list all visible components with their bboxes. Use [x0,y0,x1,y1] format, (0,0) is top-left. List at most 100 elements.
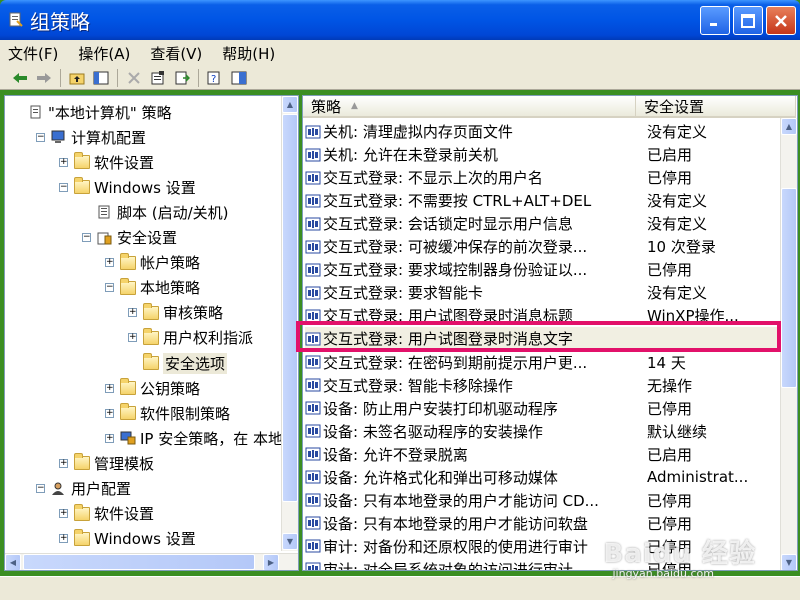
policy-row[interactable]: 设备: 允许格式化和弹出可移动媒体 Administrat... [305,466,781,489]
policy-row[interactable]: 关机: 清理虚拟内存页面文件 没有定义 [305,120,781,143]
tree-item[interactable]: − 本地策略 [105,276,200,300]
scroll-up-arrow-icon[interactable]: ▲ [282,96,298,113]
tree-item[interactable]: + 审核策略 [128,301,223,325]
tree-item[interactable]: − Windows 设置 [59,175,196,199]
expand-icon[interactable]: + [105,258,114,268]
show-description-button[interactable] [229,69,249,87]
list-vertical-scrollbar[interactable]: ▲ ▼ [780,118,797,570]
scroll-thumb[interactable] [781,188,797,388]
expand-icon[interactable]: + [59,534,68,544]
policy-row[interactable]: 关机: 允许在未登录前关机 已启用 [305,143,781,166]
expand-icon[interactable]: + [105,383,114,393]
column-header-policy[interactable]: 策略 ▲ [303,96,636,118]
policy-row[interactable]: 交互式登录: 要求域控制器身份验证以... 已停用 [305,258,781,281]
expand-icon[interactable]: + [105,433,114,443]
expand-icon[interactable]: + [128,308,137,318]
tree-item[interactable]: + 用户权利指派 [128,326,253,350]
tree-item[interactable]: − 安全设置 [82,226,177,250]
help-button[interactable]: ? [205,69,225,87]
expand-icon[interactable]: + [59,458,68,468]
scroll-right-arrow-icon[interactable]: ▶ [263,554,279,570]
properties-button[interactable] [148,69,168,87]
policy-row[interactable]: 交互式登录: 用户试图登录时消息文字 [305,327,781,351]
tree-item[interactable]: "本地计算机" 策略 [13,100,172,124]
policy-name: 审计: 对全局系统对象的访问进行审计 [323,560,573,571]
policy-row[interactable]: 交互式登录: 用户试图登录时消息标题 WinXP操作... [305,304,781,327]
policy-setting-icon [305,171,321,185]
policy-row[interactable]: 设备: 未签名驱动程序的安装操作 默认继续 [305,420,781,443]
expand-icon[interactable]: + [105,408,114,418]
policy-row[interactable]: 交互式登录: 智能卡移除操作 无操作 [305,374,781,397]
collapse-icon[interactable]: − [36,132,45,142]
scroll-down-arrow-icon[interactable]: ▼ [282,533,298,550]
close-button[interactable] [766,6,796,35]
gpedit-icon [8,12,24,28]
tree-item[interactable]: − 计算机配置 [36,125,146,149]
policy-setting-icon [305,516,321,530]
minimize-button[interactable] [700,6,730,35]
policy-name: 关机: 允许在未登录前关机 [323,146,498,165]
tree-item[interactable]: + 帐户策略 [105,251,200,275]
help-icon: ? [207,71,220,85]
menu-file[interactable]: 文件(F) [8,43,58,64]
expand-icon[interactable]: + [59,509,68,519]
tree-item[interactable]: + Windows 设置 [59,527,196,551]
policy-row[interactable]: 设备: 只有本地登录的用户才能访问软盘 已停用 [305,512,781,535]
tree-item[interactable]: + IP 安全策略，在 本地 [105,426,283,450]
collapse-icon[interactable]: − [82,233,91,242]
window-title: 组策略 [30,9,90,34]
tree-item[interactable]: 脚本 (启动/关机) [82,200,229,224]
delete-button[interactable] [124,69,144,87]
expand-icon[interactable]: + [128,333,137,343]
forward-button[interactable] [34,69,54,87]
menu-action[interactable]: 操作(A) [78,43,130,64]
hscroll-thumb[interactable] [23,554,255,570]
scroll-down-arrow-icon[interactable]: ▼ [781,554,797,570]
title-bar[interactable]: 组策略 [0,0,800,40]
policy-row[interactable]: 交互式登录: 会话锁定时显示用户信息 没有定义 [305,212,781,235]
collapse-icon[interactable]: − [59,182,68,192]
policy-setting-icon [305,378,321,392]
policy-setting-value: 没有定义 [647,192,708,211]
expand-icon[interactable]: + [59,157,68,167]
tree-item[interactable]: + 管理模板 [59,451,154,475]
tree-item[interactable]: − 用户配置 [36,477,131,501]
show-hide-tree-button[interactable] [91,69,111,87]
tree-item[interactable]: + 软件限制策略 [105,401,230,425]
policy-row[interactable]: 设备: 防止用户安装打印机驱动程序 已停用 [305,397,781,420]
back-button[interactable] [10,69,30,87]
minimize-icon [710,22,717,26]
tree-vertical-scrollbar[interactable]: ▲ ▼ [281,96,298,551]
policy-row[interactable]: 交互式登录: 可被缓冲保存的前次登录... 10 次登录 [305,235,781,258]
policy-row[interactable]: 交互式登录: 不显示上次的用户名 已停用 [305,166,781,189]
export-list-button[interactable] [172,69,192,87]
scroll-thumb[interactable] [282,114,298,502]
console-tree-pane[interactable]: "本地计算机" 策略 − 计算机配置 + 软件设置 − Windows 设置 脚本 (启动/关… [4,95,299,571]
policy-row[interactable]: 交互式登录: 要求智能卡 没有定义 [305,281,781,304]
tree-item[interactable]: + 软件设置 [59,502,154,526]
menu-help[interactable]: 帮助(H) [222,43,275,64]
collapse-icon[interactable]: − [36,484,45,493]
policy-row[interactable]: 交互式登录: 不需要按 CTRL+ALT+DEL 没有定义 [305,189,781,212]
tree-item[interactable]: + 公钥策略 [105,376,200,400]
folder-icon [143,302,159,320]
up-level-button[interactable] [67,69,87,87]
tree-item-label: 软件设置 [94,153,155,172]
tree-item[interactable]: 安全选项 [128,351,228,375]
column-header-setting[interactable]: 安全设置 [636,96,796,118]
menu-view[interactable]: 查看(V) [150,43,202,64]
tree-item-label: 用户配置 [71,480,132,498]
folder-icon [74,177,90,195]
tree-horizontal-scrollbar[interactable]: ◀ ▶ [5,553,298,570]
policy-row[interactable]: 交互式登录: 在密码到期前提示用户更... 14 天 [305,351,781,374]
details-pane[interactable]: 策略 ▲ 安全设置 关机: 清理虚拟内存页面文件 没有定义 关机: 允许在未登录前关… [302,95,798,571]
collapse-icon[interactable]: − [105,283,114,293]
maximize-button[interactable] [733,6,763,35]
watermark-logo: Baidu 经验 [603,539,756,569]
scroll-left-arrow-icon[interactable]: ◀ [5,554,21,570]
ip-security-icon [120,431,136,445]
tree-item[interactable]: + 软件设置 [59,150,154,174]
scroll-up-arrow-icon[interactable]: ▲ [781,118,797,135]
policy-row[interactable]: 设备: 只有本地登录的用户才能访问 CD... 已停用 [305,489,781,512]
policy-row[interactable]: 设备: 允许不登录脱离 已启用 [305,443,781,466]
